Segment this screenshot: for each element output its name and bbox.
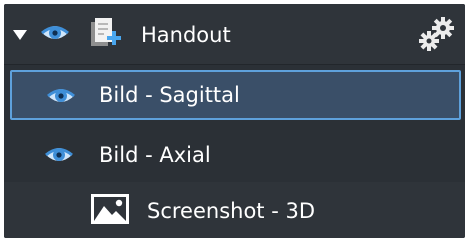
layer-item-label: Screenshot - 3D bbox=[147, 199, 315, 223]
layer-item-label: Bild - Axial bbox=[99, 143, 211, 167]
eye-icon[interactable] bbox=[44, 142, 74, 170]
expand-triangle-icon[interactable] bbox=[12, 26, 28, 45]
layer-item-screenshot-3d[interactable]: Screenshot - 3D bbox=[4, 182, 465, 238]
eye-icon[interactable] bbox=[40, 20, 70, 48]
document-add-icon bbox=[88, 16, 122, 56]
layer-item-label: Bild - Sagittal bbox=[99, 83, 240, 107]
layers-panel: Handout Bild - Sagittal Bild - Axial Scr… bbox=[4, 4, 465, 238]
eye-icon[interactable] bbox=[46, 83, 76, 111]
gears-icon[interactable] bbox=[418, 16, 458, 56]
layer-group-handout[interactable]: Handout bbox=[4, 4, 465, 64]
layer-item-bild-axial[interactable]: Bild - Axial bbox=[4, 126, 465, 182]
layer-group-label: Handout bbox=[141, 23, 231, 47]
row-divider bbox=[4, 64, 465, 65]
image-icon bbox=[90, 193, 130, 229]
layer-item-bild-sagittal[interactable]: Bild - Sagittal bbox=[10, 70, 461, 120]
